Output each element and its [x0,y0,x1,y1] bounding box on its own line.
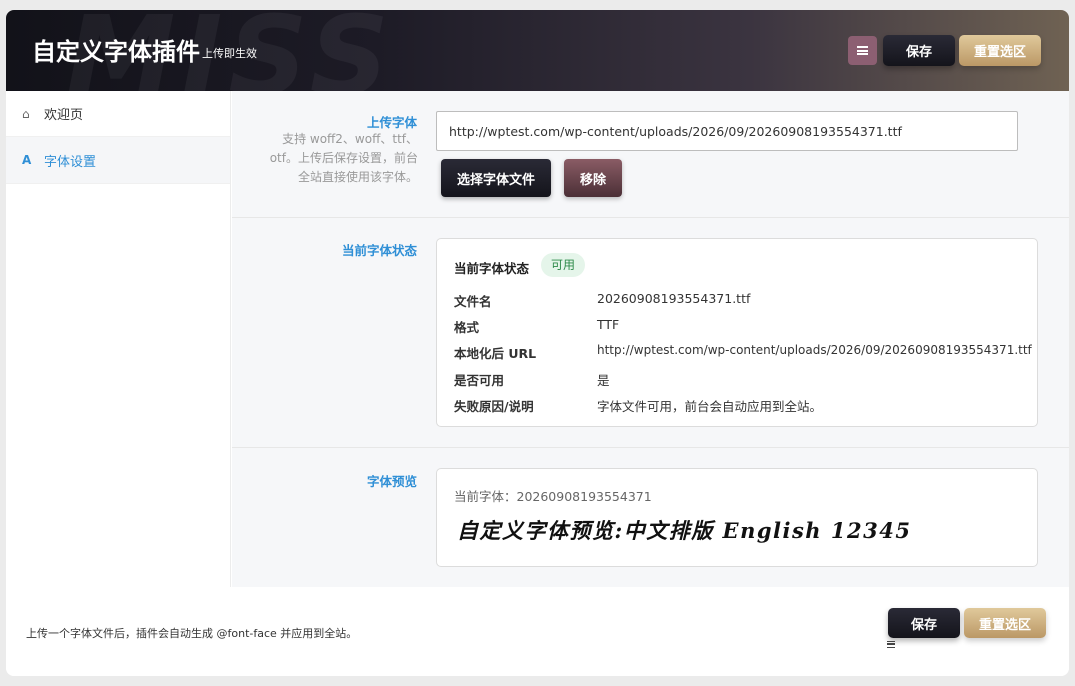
upload-label: 上传字体 [366,115,417,130]
menu-button[interactable] [848,36,877,65]
status-key: 是否可用 [454,373,505,388]
status-key: 本地化后 URL [454,346,537,361]
status-value: 是 [597,373,610,388]
page-subtitle: 上传即生效 [202,47,257,60]
current-font-name: 当前字体：20260908193554371 [454,489,652,504]
status-badge: 可用 [541,253,586,277]
remove-font-button[interactable]: 移除 [564,159,622,197]
home-icon: ⌂ [22,106,30,121]
sidebar-item-font-settings[interactable]: A 字体设置 [6,137,230,184]
upload-row: 上传字体 支持 woff2、woff、ttf、otf。上传后保存设置，前台全站直… [232,91,1069,218]
upload-description: 支持 woff2、woff、ttf、otf。上传后保存设置，前台全站直接使用该字… [269,132,418,184]
status-value: http://wptest.com/wp-content/uploads/202… [597,343,1032,357]
footer-save-button[interactable]: 保存 [888,608,960,638]
sidebar: ⌂ 欢迎页 A 字体设置 [6,91,231,587]
status-card-title: 当前字体状态 [454,261,530,276]
plugin-panel: MISS 自定义字体插件 上传即生效 保存 重置选区 ⌂ 欢迎页 A 字体设置 … [6,10,1069,676]
font-url-input[interactable] [436,111,1018,151]
footer-bar: 上传一个字体文件后，插件会自动生成 @font-face 并应用到全站。 保存 … [6,587,1069,676]
header-save-button[interactable]: 保存 [883,35,955,66]
main-content: 上传字体 支持 woff2、woff、ttf、otf。上传后保存设置，前台全站直… [232,91,1069,587]
footer-reset-button[interactable]: 重置选区 [964,608,1046,638]
font-icon: A [22,153,32,167]
status-key: 失败原因/说明 [454,399,534,414]
preview-row: 字体预览 当前字体：20260908193554371 自定义字体预览:中文排版… [232,448,1069,587]
status-value: TTF [597,317,620,332]
footer-note: 上传一个字体文件后，插件会自动生成 @font-face 并应用到全站。 [26,627,358,640]
preview-label: 字体预览 [366,474,417,489]
sidebar-item-welcome[interactable]: ⌂ 欢迎页 [6,91,230,137]
preview-card: 当前字体：20260908193554371 自定义字体预览:中文排版 Engl… [436,468,1038,567]
page-title: 自定义字体插件 [32,38,200,66]
header-reset-button[interactable]: 重置选区 [959,35,1041,66]
sidebar-item-label: 欢迎页 [44,108,84,123]
status-key: 格式 [454,320,480,335]
status-row: 当前字体状态 当前字体状态 可用 文件名 20260908193554371.t… [232,218,1069,448]
status-card: 当前字体状态 可用 文件名 20260908193554371.ttf 格式 T… [436,238,1038,427]
status-key: 文件名 [454,294,492,309]
status-label: 当前字体状态 [341,243,417,258]
status-value: 20260908193554371.ttf [597,291,751,306]
sidebar-item-label: 字体设置 [44,154,97,170]
choose-font-button[interactable]: 选择字体文件 [441,159,551,197]
status-value: 字体文件可用，前台会自动应用到全站。 [597,399,823,414]
header-bar: MISS 自定义字体插件 上传即生效 保存 重置选区 [6,10,1069,91]
font-preview-sample: 自定义字体预览:中文排版 English 12345 [457,518,912,543]
menu-icon[interactable] [887,641,895,648]
menu-icon [857,46,868,55]
